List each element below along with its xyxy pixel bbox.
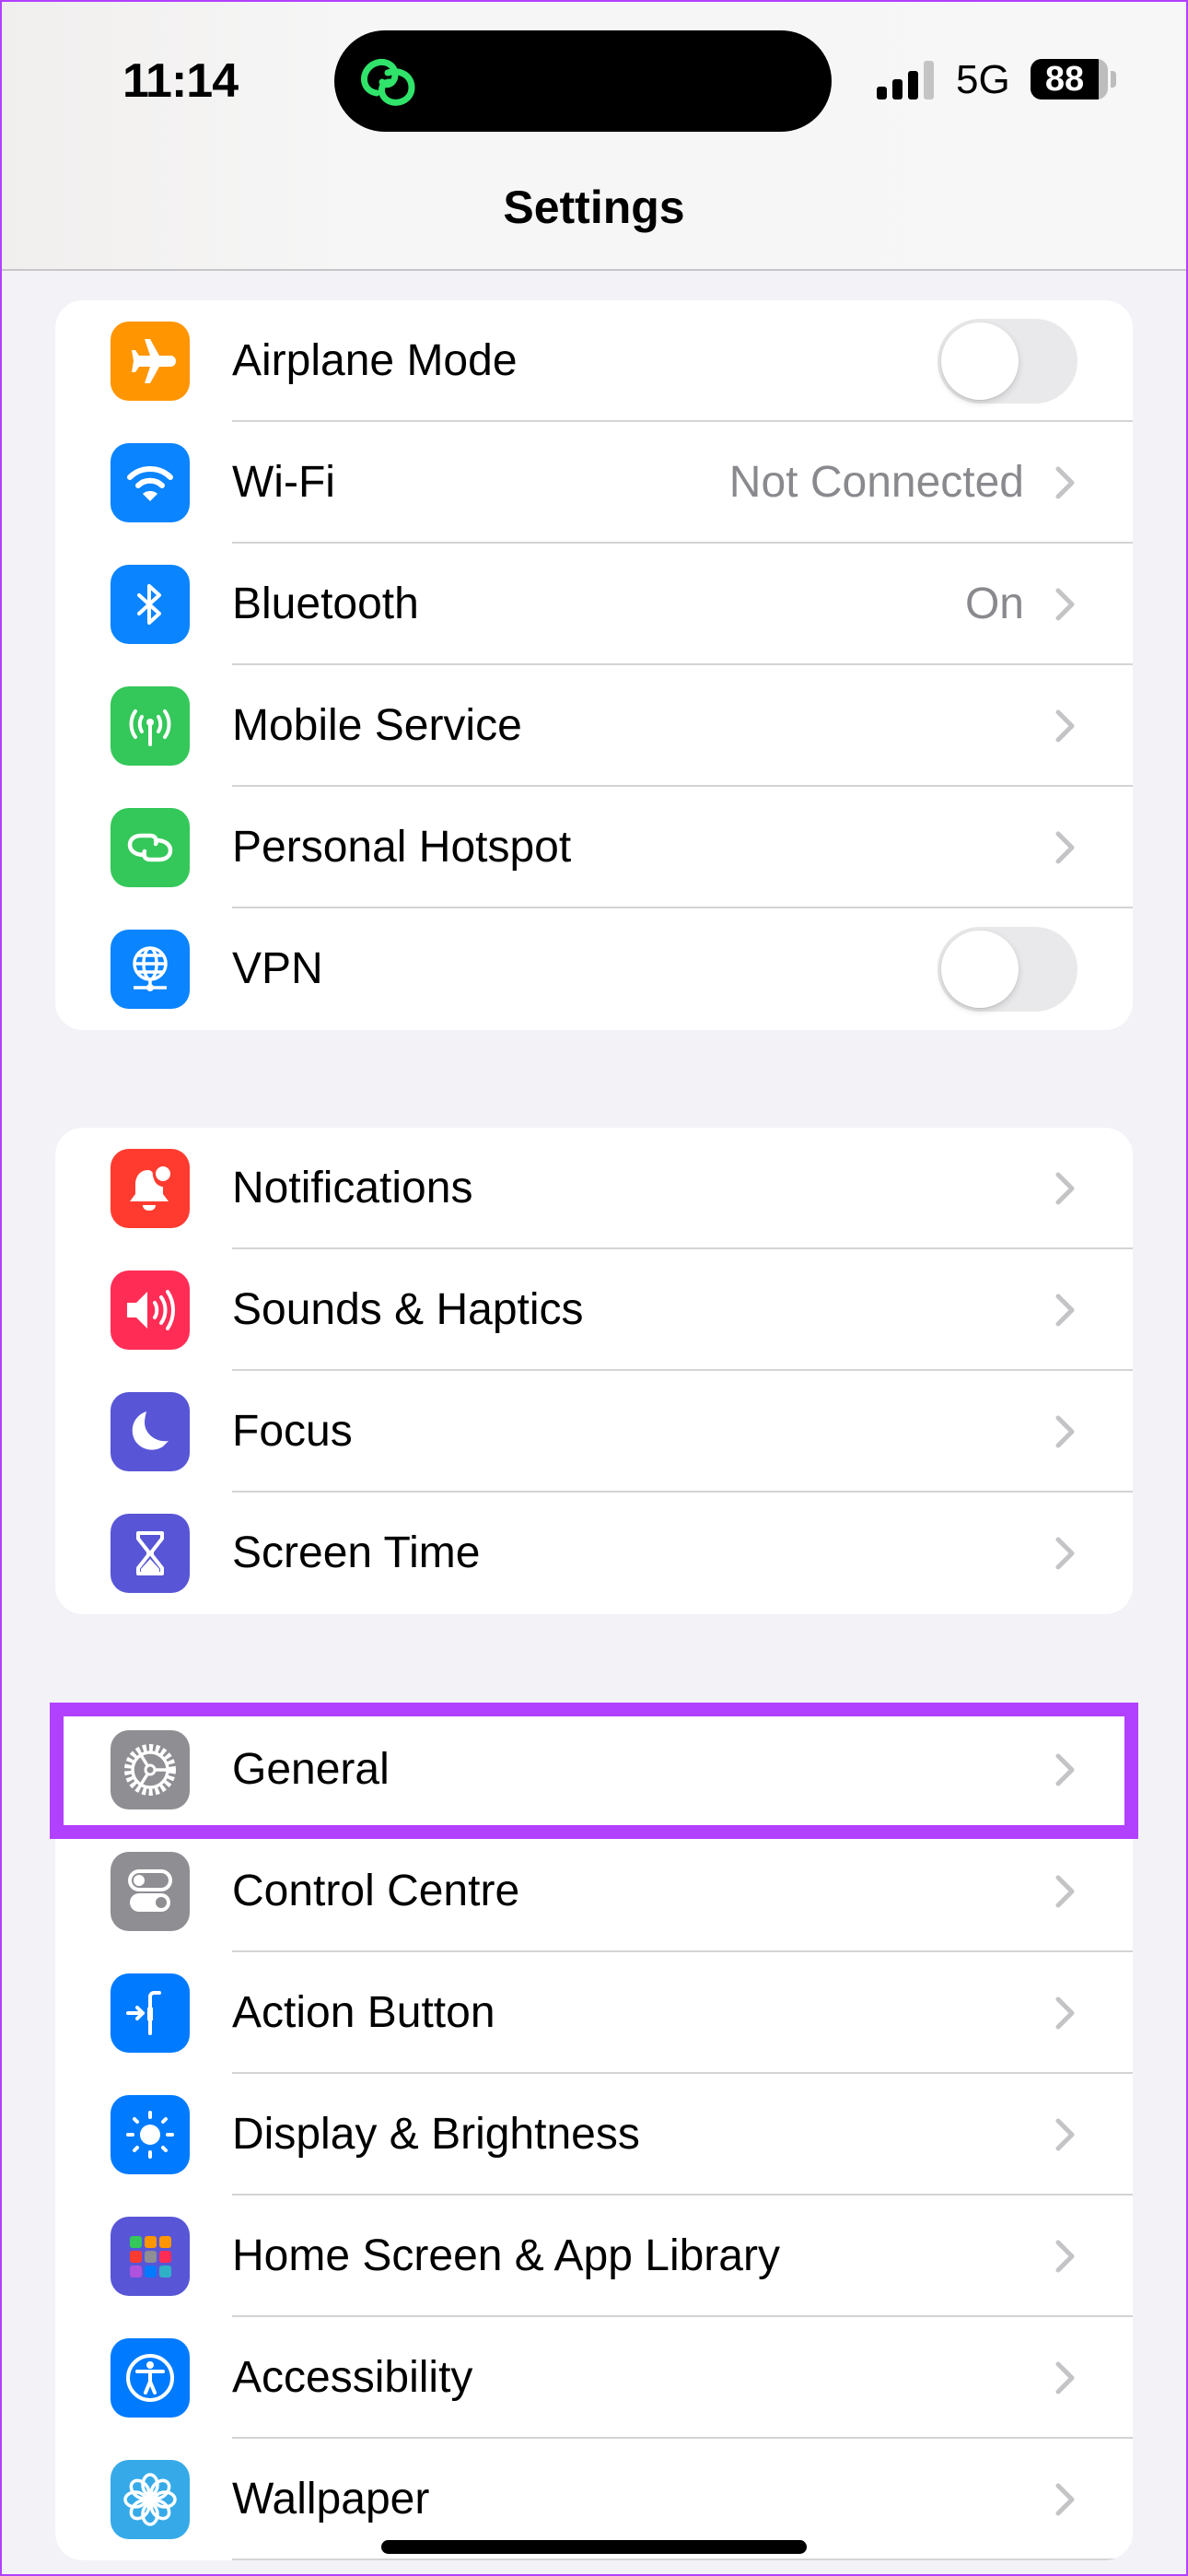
settings-row-mobile-service[interactable]: Mobile Service — [55, 665, 1133, 787]
settings-row-notifications[interactable]: Notifications — [55, 1128, 1133, 1249]
flower-icon — [111, 2460, 190, 2539]
chevron-right-icon — [1055, 709, 1076, 747]
row-label: Bluetooth — [232, 580, 419, 628]
chevron-right-icon — [1055, 2483, 1076, 2521]
settings-row-vpn[interactable]: VPN — [55, 908, 1133, 1030]
hourglass-icon — [111, 1514, 190, 1593]
row-value: Not Connected — [728, 458, 1024, 507]
page-title: Settings — [503, 181, 685, 233]
row-label: Wi-Fi — [232, 458, 335, 507]
network-type: 5G — [956, 57, 1010, 102]
chevron-right-icon — [1055, 1294, 1076, 1331]
row-label: Display & Brightness — [232, 2110, 640, 2159]
chevron-right-icon — [1055, 2118, 1076, 2156]
hotspot-link-icon — [111, 808, 190, 887]
chevron-right-icon — [1055, 2240, 1076, 2277]
row-label: Control Centre — [232, 1867, 520, 1915]
row-value: On — [964, 580, 1024, 628]
settings-row-sounds-and-haptics[interactable]: Sounds & Haptics — [55, 1249, 1133, 1371]
row-label: Focus — [232, 1407, 353, 1456]
chevron-right-icon — [1055, 1996, 1076, 2034]
dynamic-island[interactable] — [334, 30, 832, 132]
bluetooth-icon — [111, 565, 190, 644]
battery-cap — [1111, 71, 1116, 88]
settings-row-wi-fi[interactable]: Wi-Fi Not Connected — [55, 422, 1133, 544]
toggle-knob — [941, 931, 1019, 1008]
cellular-signal-icon — [877, 61, 936, 100]
personal-hotspot-link-icon — [360, 58, 415, 106]
settings-row-action-button[interactable]: Action Button — [55, 1952, 1133, 2074]
battery-percentage: 88 — [1044, 60, 1085, 99]
settings-row-airplane-mode[interactable]: Airplane Mode — [55, 300, 1133, 422]
settings-group-connectivity: Airplane Mode Wi-Fi Not Connected Bluetooth… — [55, 300, 1133, 1030]
row-label: Screen Time — [232, 1528, 481, 1577]
row-label: Personal Hotspot — [232, 823, 572, 872]
general-highlight-box — [50, 1703, 1138, 1839]
settings-row-bluetooth[interactable]: Bluetooth On — [55, 544, 1133, 665]
vpn-globe-icon — [111, 930, 190, 1009]
settings-row-focus[interactable]: Focus — [55, 1371, 1133, 1493]
wifi-icon — [111, 443, 190, 522]
switches-icon — [111, 1852, 190, 1931]
airplane-mode-toggle[interactable] — [938, 319, 1077, 404]
antenna-icon — [111, 686, 190, 766]
chevron-right-icon — [1055, 588, 1076, 626]
row-label: Mobile Service — [232, 701, 522, 750]
status-time: 11:14 — [122, 54, 239, 108]
settings-row-personal-hotspot[interactable]: Personal Hotspot — [55, 787, 1133, 908]
chevron-right-icon — [1055, 2361, 1076, 2399]
settings-row-screen-time[interactable]: Screen Time — [55, 1493, 1133, 1614]
settings-row-display-and-brightness[interactable]: Display & Brightness — [55, 2074, 1133, 2195]
action-button-icon — [111, 1973, 190, 2053]
row-label: Sounds & Haptics — [232, 1285, 584, 1334]
chevron-right-icon — [1055, 831, 1076, 869]
toggle-knob — [941, 322, 1019, 400]
row-label: Notifications — [232, 1164, 473, 1212]
navigation-header: 11:14 5G 88 Settings — [0, 0, 1188, 271]
accessibility-icon — [111, 2338, 190, 2418]
row-label: Home Screen & App Library — [232, 2231, 780, 2280]
row-separator — [232, 2558, 1133, 2560]
battery-icon: 88 — [1031, 59, 1108, 100]
home-indicator[interactable] — [381, 2540, 807, 2554]
chevron-right-icon — [1055, 466, 1076, 504]
moon-icon — [111, 1392, 190, 1471]
settings-group-notifications: Notifications Sounds & Haptics Focus Screen… — [55, 1128, 1133, 1614]
row-label: Action Button — [232, 1988, 495, 2037]
chevron-right-icon — [1055, 1875, 1076, 1913]
bell-icon — [111, 1149, 190, 1228]
chevron-right-icon — [1055, 1537, 1076, 1575]
vpn-toggle[interactable] — [938, 927, 1077, 1012]
speaker-icon — [111, 1270, 190, 1350]
settings-row-home-screen-and-app-library[interactable]: Home Screen & App Library — [55, 2195, 1133, 2317]
airplane-icon — [111, 322, 190, 401]
chevron-right-icon — [1055, 1172, 1076, 1210]
row-label: Accessibility — [232, 2353, 473, 2402]
app-grid-icon — [111, 2217, 190, 2296]
chevron-right-icon — [1055, 1415, 1076, 1453]
row-label: VPN — [232, 944, 323, 993]
sun-icon — [111, 2095, 190, 2174]
settings-row-accessibility[interactable]: Accessibility — [55, 2317, 1133, 2439]
row-label: Airplane Mode — [232, 336, 518, 385]
settings-row-control-centre[interactable]: Control Centre — [55, 1831, 1133, 1952]
